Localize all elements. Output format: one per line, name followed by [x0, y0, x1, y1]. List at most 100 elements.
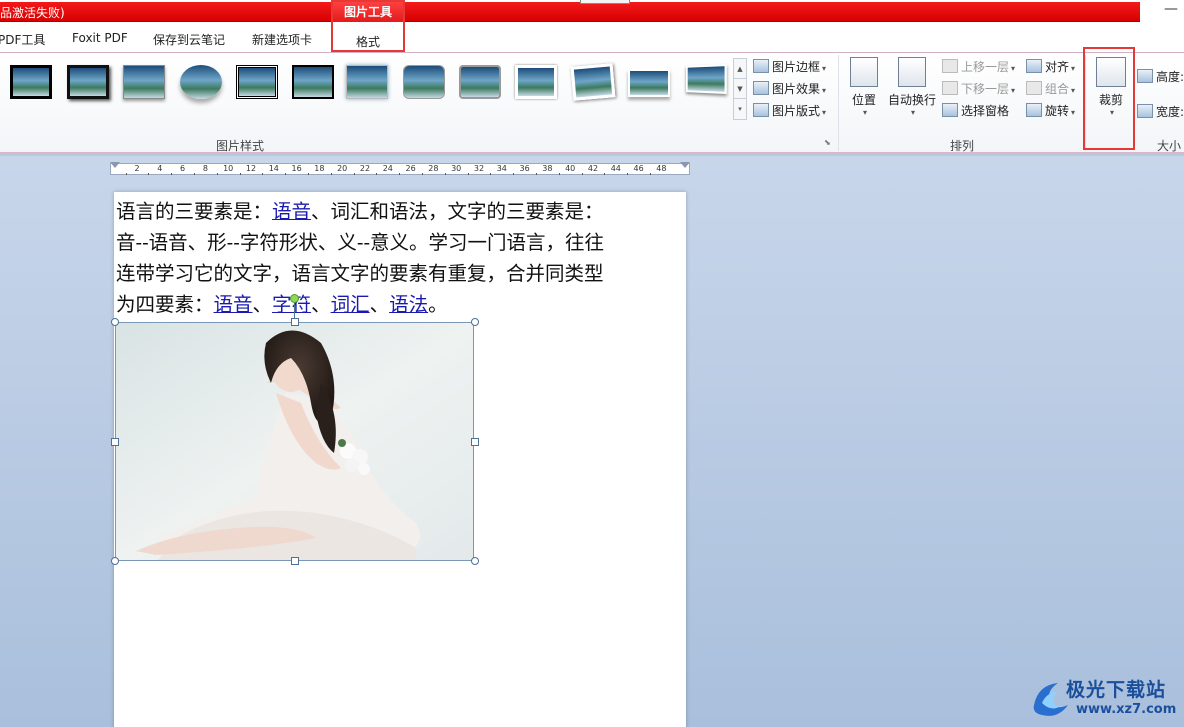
dialog-launcher-icon[interactable]: ⬊ [824, 138, 831, 147]
ruler-tick-label: 4 [157, 164, 163, 173]
gallery-more-icon[interactable]: ▾ [734, 99, 746, 119]
minimize-button[interactable]: — [1163, 2, 1179, 20]
selection-pane-icon [942, 103, 958, 117]
rotate-button[interactable]: 旋转 ▾ [1026, 102, 1075, 119]
resize-handle-top-left[interactable] [111, 318, 119, 326]
wrap-text-label: 自动换行 [887, 93, 936, 107]
link-yuyin-2[interactable]: 语音 [214, 293, 253, 316]
ruler-tick-mark [171, 173, 173, 175]
ruler-tick-mark [285, 173, 287, 175]
first-line-indent-marker[interactable] [110, 162, 120, 168]
style-thumb-3[interactable] [123, 65, 165, 99]
style-thumb-4[interactable] [180, 65, 222, 99]
gallery-up-icon[interactable]: ▲ [734, 59, 746, 79]
text-line-1: 语言的三要素是：语音、词汇和语法，文字的三要素是： [116, 200, 604, 223]
horizontal-ruler[interactable]: 2 4 6 8 10 12 14 16 18 20 22 24 26 28 30 32 34 36 38 40 42 44… [110, 160, 690, 178]
picture-effects-icon [753, 81, 769, 95]
picture-border-button[interactable]: 图片边框 ▾ [753, 58, 826, 75]
ruler-tick-label: 36 [519, 164, 530, 173]
picture-border-label: 图片边框 [772, 60, 821, 74]
ruler-tick-mark [308, 173, 309, 175]
style-thumb-13[interactable] [686, 63, 727, 95]
width-label: 宽度: [1156, 105, 1184, 119]
position-button[interactable]: 位置 ▾ [846, 57, 882, 117]
style-thumb-11[interactable] [570, 63, 616, 101]
ruler-tick-label: 26 [405, 164, 416, 173]
group-button[interactable]: 组合 ▾ [1026, 80, 1075, 97]
picture-styles-group-label: 图片样式 [216, 139, 265, 153]
selection-pane-button[interactable]: 选择窗格 [942, 102, 1009, 119]
tab-pdf-tools[interactable]: PDF工具 [0, 31, 45, 48]
ruler-tick-mark [536, 173, 537, 175]
ruler-tick-mark [558, 173, 560, 175]
style-thumb-6[interactable] [292, 65, 334, 99]
ruler-tick-mark [353, 173, 355, 175]
picture-layout-button[interactable]: 图片版式 ▾ [753, 102, 826, 119]
style-thumb-12[interactable] [628, 69, 670, 97]
width-field[interactable]: 宽度: [1137, 103, 1184, 120]
send-backward-label: 下移一层 [961, 82, 1010, 96]
ruler-tick-mark [125, 173, 127, 175]
style-thumb-10[interactable] [515, 65, 557, 99]
style-thumb-9[interactable] [459, 65, 501, 99]
link-yuyin[interactable]: 语音 [272, 200, 311, 223]
ruler-tick-label: 46 [633, 164, 644, 173]
wrap-text-button[interactable]: 自动换行 ▾ [887, 57, 937, 117]
position-icon [850, 57, 878, 87]
resize-handle-bottom[interactable] [291, 557, 299, 565]
picture-tools-label: 图片工具 [333, 2, 403, 22]
resize-handle-top[interactable] [291, 318, 299, 326]
align-button[interactable]: 对齐 ▾ [1026, 58, 1075, 75]
ruler-tick-label: 24 [382, 164, 393, 173]
send-backward-button[interactable]: 下移一层 ▾ [942, 80, 1015, 97]
ruler-tick-label: 18 [314, 164, 325, 173]
tab-new-tab[interactable]: 新建选项卡 [252, 31, 312, 48]
site-watermark: 极光下载站 www.xz7.com [1028, 673, 1178, 723]
resize-handle-right[interactable] [471, 438, 479, 446]
tab-save-cloud-note[interactable]: 保存到云笔记 [153, 31, 225, 48]
picture-tools-highlight: 图片工具 格式 [331, 0, 405, 52]
resize-handle-top-right[interactable] [471, 318, 479, 326]
ruler-tick-label: 20 [337, 164, 348, 173]
selected-picture[interactable] [115, 322, 474, 561]
ruler-tick-label: 6 [180, 164, 186, 173]
resize-handle-left[interactable] [111, 438, 119, 446]
ruler-tick-label: 34 [496, 164, 507, 173]
tab-format[interactable]: 格式 [333, 33, 403, 50]
watermark-brand: 极光下载站 [1066, 679, 1167, 701]
ruler-tick-label: 10 [223, 164, 234, 173]
size-group-label: 大小 [1157, 139, 1182, 153]
document-body[interactable]: 语言的三要素是：语音、词汇和语法，文字的三要素是： 音--语音、形--字符形状、… [116, 196, 682, 320]
ruler-tick-label: 16 [291, 164, 302, 173]
style-thumb-5[interactable] [236, 65, 278, 99]
link-yufa[interactable]: 语法 [389, 293, 428, 316]
picture-layout-icon [753, 103, 769, 117]
right-indent-marker[interactable] [680, 162, 690, 168]
tab-foxit-pdf[interactable]: Foxit PDF [72, 31, 128, 45]
style-thumb-7[interactable] [346, 65, 388, 99]
picture-effects-button[interactable]: 图片效果 ▾ [753, 80, 826, 97]
ruler-tick-mark [239, 173, 241, 175]
gallery-scroll[interactable]: ▲ ▼ ▾ [733, 58, 747, 120]
style-thumb-1[interactable] [10, 65, 52, 99]
group-icon [1026, 81, 1042, 95]
style-thumb-8[interactable] [403, 65, 445, 99]
link-cihui[interactable]: 词汇 [331, 293, 370, 316]
ruler-tick-mark [650, 173, 651, 175]
style-thumb-2[interactable] [67, 65, 109, 99]
height-label: 高度: [1156, 70, 1184, 84]
bring-forward-button[interactable]: 上移一层 ▾ [942, 58, 1015, 75]
ruler-tick-label: 22 [359, 164, 371, 173]
text-line-2: 音--语音、形--字符形状、义--意义。学习一门语言，往往 [116, 231, 605, 254]
width-icon [1137, 104, 1153, 118]
gallery-down-icon[interactable]: ▼ [734, 79, 746, 99]
height-field[interactable]: 高度: [1137, 68, 1184, 85]
ruler-tick-mark [330, 173, 332, 175]
title-bar-background [0, 2, 1140, 22]
ruler-tick-mark [513, 173, 515, 175]
resize-handle-bottom-right[interactable] [471, 557, 479, 565]
document-page[interactable]: 语言的三要素是：语音、词汇和语法，文字的三要素是： 音--语音、形--字符形状、… [111, 192, 686, 727]
rotate-handle[interactable] [290, 294, 299, 303]
ruler-tick-label: 12 [245, 164, 257, 173]
resize-handle-bottom-left[interactable] [111, 557, 119, 565]
